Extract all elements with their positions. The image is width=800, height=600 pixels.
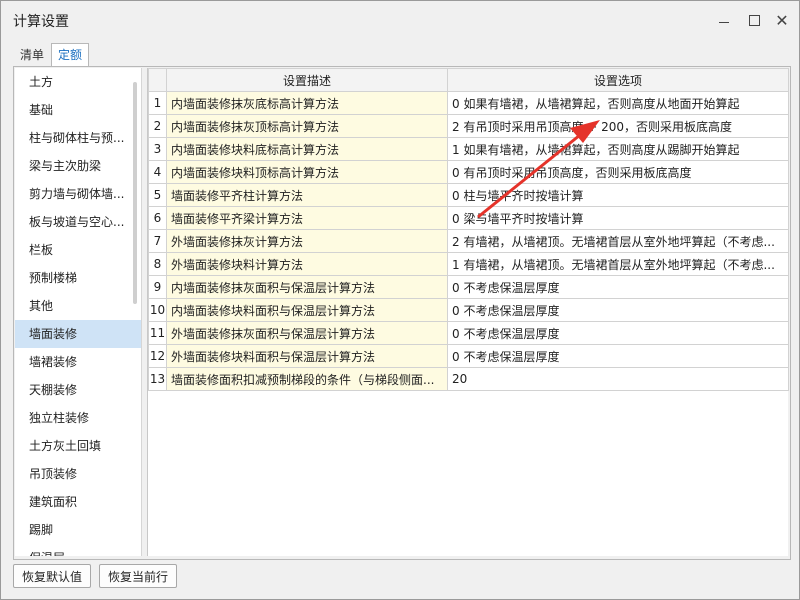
list-item[interactable]: 栏板 — [15, 236, 129, 264]
row-number: 11 — [148, 321, 167, 345]
restore-defaults-button[interactable]: 恢复默认值 — [13, 564, 92, 588]
row-number-header — [148, 68, 167, 92]
settings-grid: 设置描述 设置选项 1 内墙面装修抹灰底标高计算方法 0 如果有墙裙，从墙裙算起… — [148, 68, 789, 391]
list-item[interactable]: 其他 — [15, 292, 129, 320]
list-item[interactable]: 保温层 — [15, 544, 129, 556]
setting-description: 外墙面装修块料计算方法 — [166, 252, 448, 276]
row-number: 5 — [148, 183, 167, 207]
setting-option[interactable]: 0 不考虑保温层厚度 — [447, 298, 789, 322]
table-row[interactable]: 5 墙面装修平齐柱计算方法 0 柱与墙平齐时按墙计算 — [148, 183, 789, 207]
list-item[interactable]: 墙裙装修 — [15, 348, 129, 376]
setting-description: 内墙面装修抹灰底标高计算方法 — [166, 91, 448, 115]
setting-option[interactable]: 0 不考虑保温层厚度 — [447, 344, 789, 368]
list-item[interactable]: 板与坡道与空心... — [15, 208, 129, 236]
setting-description: 外墙面装修抹灰面积与保温层计算方法 — [166, 321, 448, 345]
list-item[interactable]: 吊顶装修 — [15, 460, 129, 488]
setting-description: 墙面装修平齐梁计算方法 — [166, 206, 448, 230]
table-row[interactable]: 6 墙面装修平齐梁计算方法 0 梁与墙平齐时按墙计算 — [148, 206, 789, 230]
row-number: 10 — [148, 298, 167, 322]
list-item[interactable]: 土方 — [15, 68, 129, 96]
list-item[interactable]: 天棚装修 — [15, 376, 129, 404]
description-column-header: 设置描述 — [166, 68, 448, 92]
table-row[interactable]: 7 外墙面装修抹灰计算方法 2 有墙裙，从墙裙顶。无墙裙首层从室外地坪算起（不考… — [148, 229, 789, 253]
setting-option[interactable]: 0 有吊顶时采用吊顶高度，否则采用板底高度 — [447, 160, 789, 184]
setting-description: 外墙面装修块料面积与保温层计算方法 — [166, 344, 448, 368]
grid-header-row: 设置描述 设置选项 — [148, 68, 789, 92]
list-item[interactable]: 建筑面积 — [15, 488, 129, 516]
table-row[interactable]: 12 外墙面装修块料面积与保温层计算方法 0 不考虑保温层厚度 — [148, 344, 789, 368]
restore-current-row-button[interactable]: 恢复当前行 — [99, 564, 178, 588]
row-number: 1 — [148, 91, 167, 115]
row-number: 8 — [148, 252, 167, 276]
tab-bar: 清单 定额 — [13, 43, 90, 67]
setting-description: 墙面装修面积扣减预制梯段的条件（与梯段侧面... — [166, 367, 448, 391]
setting-option[interactable]: 2 有吊顶时采用吊顶高度 + 200，否则采用板底高度 — [447, 114, 789, 138]
setting-option[interactable]: 0 如果有墙裙，从墙裙算起，否则高度从地面开始算起 — [447, 91, 789, 115]
row-number: 4 — [148, 160, 167, 184]
row-number: 13 — [148, 367, 167, 391]
setting-option[interactable]: 0 不考虑保温层厚度 — [447, 275, 789, 299]
tab-quota[interactable]: 定额 — [51, 43, 90, 67]
table-row[interactable]: 10 内墙面装修块料面积与保温层计算方法 0 不考虑保温层厚度 — [148, 298, 789, 322]
settings-panel: 土方 基础 柱与砌体柱与预... 梁与主次肋梁 剪力墙与砌体墙... 板与坡道与… — [13, 66, 791, 560]
table-row[interactable]: 3 内墙面装修块料底标高计算方法 1 如果有墙裙，从墙裙算起，否则高度从踢脚开始… — [148, 137, 789, 161]
table-row[interactable]: 9 内墙面装修抹灰面积与保温层计算方法 0 不考虑保温层厚度 — [148, 275, 789, 299]
table-row[interactable]: 2 内墙面装修抹灰顶标高计算方法 2 有吊顶时采用吊顶高度 + 200，否则采用… — [148, 114, 789, 138]
option-column-header: 设置选项 — [447, 68, 789, 92]
table-row[interactable]: 4 内墙面装修块料顶标高计算方法 0 有吊顶时采用吊顶高度，否则采用板底高度 — [148, 160, 789, 184]
category-list: 土方 基础 柱与砌体柱与预... 梁与主次肋梁 剪力墙与砌体墙... 板与坡道与… — [15, 68, 142, 556]
setting-option[interactable]: 2 有墙裙，从墙裙顶。无墙裙首层从室外地坪算起（不考虑... — [447, 229, 789, 253]
minimize-button[interactable] — [713, 9, 735, 31]
table-row[interactable]: 8 外墙面装修块料计算方法 1 有墙裙，从墙裙顶。无墙裙首层从室外地坪算起（不考… — [148, 252, 789, 276]
setting-description: 内墙面装修块料顶标高计算方法 — [166, 160, 448, 184]
row-number: 2 — [148, 114, 167, 138]
setting-description: 内墙面装修抹灰顶标高计算方法 — [166, 114, 448, 138]
setting-option[interactable]: 1 如果有墙裙，从墙裙算起，否则高度从踢脚开始算起 — [447, 137, 789, 161]
list-item[interactable]: 踢脚 — [15, 516, 129, 544]
row-number: 9 — [148, 275, 167, 299]
table-row[interactable]: 13 墙面装修面积扣减预制梯段的条件（与梯段侧面... 20 — [148, 367, 789, 391]
list-item[interactable]: 梁与主次肋梁 — [15, 152, 129, 180]
setting-option[interactable]: 0 梁与墙平齐时按墙计算 — [447, 206, 789, 230]
row-number: 12 — [148, 344, 167, 368]
setting-description: 外墙面装修抹灰计算方法 — [166, 229, 448, 253]
close-button[interactable]: ✕ — [771, 9, 793, 31]
setting-option[interactable]: 0 不考虑保温层厚度 — [447, 321, 789, 345]
list-item[interactable]: 独立柱装修 — [15, 404, 129, 432]
setting-description: 内墙面装修抹灰面积与保温层计算方法 — [166, 275, 448, 299]
calculation-settings-window: 计算设置 ✕ 清单 定额 土方 基础 柱与砌体柱与预... 梁与主次肋梁 剪力墙… — [0, 0, 800, 600]
setting-description: 内墙面装修块料底标高计算方法 — [166, 137, 448, 161]
setting-option[interactable]: 20 — [447, 367, 789, 391]
list-scrollbar-thumb[interactable] — [133, 82, 137, 304]
title-bar: 计算设置 ✕ — [1, 1, 799, 39]
row-number: 3 — [148, 137, 167, 161]
list-item-selected[interactable]: 墙面装修 — [15, 320, 141, 348]
setting-description: 墙面装修平齐柱计算方法 — [166, 183, 448, 207]
close-icon: ✕ — [775, 10, 789, 30]
window-title: 计算设置 — [13, 14, 69, 30]
row-number: 7 — [148, 229, 167, 253]
row-number: 6 — [148, 206, 167, 230]
list-item[interactable]: 土方灰土回填 — [15, 432, 129, 460]
setting-option[interactable]: 1 有墙裙，从墙裙顶。无墙裙首层从室外地坪算起（不考虑... — [447, 252, 789, 276]
table-row[interactable]: 1 内墙面装修抹灰底标高计算方法 0 如果有墙裙，从墙裙算起，否则高度从地面开始… — [148, 91, 789, 115]
list-item[interactable]: 基础 — [15, 96, 129, 124]
maximize-icon — [748, 14, 760, 26]
setting-description: 内墙面装修块料面积与保温层计算方法 — [166, 298, 448, 322]
list-item[interactable]: 柱与砌体柱与预... — [15, 124, 129, 152]
list-item[interactable]: 剪力墙与砌体墙... — [15, 180, 129, 208]
setting-option[interactable]: 0 柱与墙平齐时按墙计算 — [447, 183, 789, 207]
list-item[interactable]: 预制楼梯 — [15, 264, 129, 292]
maximize-button[interactable] — [743, 9, 765, 31]
table-row[interactable]: 11 外墙面装修抹灰面积与保温层计算方法 0 不考虑保温层厚度 — [148, 321, 789, 345]
tab-bill-of-quantities[interactable]: 清单 — [13, 43, 51, 67]
settings-grid-container: 设置描述 设置选项 1 内墙面装修抹灰底标高计算方法 0 如果有墙裙，从墙裙算起… — [147, 68, 789, 556]
minimize-icon — [719, 21, 729, 23]
